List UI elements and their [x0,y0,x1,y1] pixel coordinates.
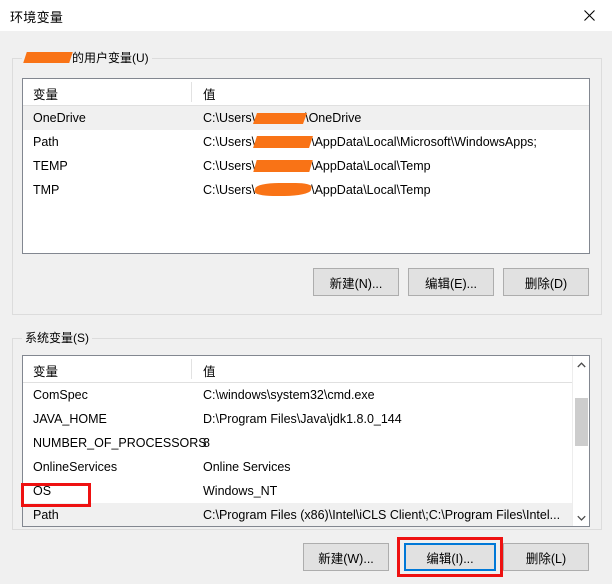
user-new-button[interactable]: 新建(N)... [313,268,399,296]
chevron-up-icon [577,360,586,370]
system-variables-group-label: 系统变量(S) [22,331,92,346]
user-row-value-prefix: C:\Users\ [203,111,256,125]
user-table-header: 变量 值 [23,79,589,106]
system-row-name: OS [33,484,52,498]
system-row-value: 8 [203,436,210,450]
user-table-header-value[interactable]: 值 [203,84,216,103]
user-row-value-prefix: C:\Users\ [203,183,256,197]
system-delete-button[interactable]: 删除(L) [503,543,589,571]
scroll-up-arrow-button[interactable] [573,356,589,373]
window-title: 环境变量 [10,10,64,25]
user-row-value-suffix: \OneDrive [305,111,362,125]
system-new-button[interactable]: 新建(W)... [303,543,389,571]
user-row-value: C:\Users\ \AppData\Local\Microsoft\Window… [203,130,537,154]
table-row[interactable]: JAVA_HOME D:\Program Files\Java\jdk1.8.0… [23,407,589,431]
system-path-row-name: Path [33,508,59,522]
system-variables-table[interactable]: 变量 值 ComSpec C:\windows\system32\cmd.exe… [22,355,590,527]
system-table-header-value[interactable]: 值 [203,361,216,380]
user-table-column-divider [191,82,192,102]
scrollbar-thumb[interactable] [575,398,588,446]
system-row-name: OnlineServices [33,460,118,474]
system-table-column-divider [191,359,192,379]
user-delete-button[interactable]: 删除(D) [503,268,589,296]
scroll-down-arrow-button[interactable] [573,509,589,526]
user-variables-table[interactable]: 变量 值 OneDrive C:\Users\ \OneDrive Path C:… [22,78,590,254]
user-row-name: Path [33,135,59,149]
system-row-value: D:\Program Files\Java\jdk1.8.0_144 [203,412,402,426]
user-row-value-prefix: C:\Users\ [203,135,256,149]
system-edit-button[interactable]: 编辑(I)... [404,543,496,571]
system-row-name: JAVA_HOME [33,412,107,426]
table-row[interactable]: OnlineServices Online Services [23,455,589,479]
user-variables-group-label: 的用户变量(U) [22,51,152,66]
user-row-name: OneDrive [33,111,86,125]
redaction-blob [253,113,308,124]
table-row[interactable]: TMP C:\Users\ \AppData\Local\Temp [23,178,589,202]
redacted-username-mark [23,52,73,63]
system-row-value: C:\windows\system32\cmd.exe [203,388,375,402]
user-row-value-prefix: C:\Users\ [203,159,256,173]
title-bar: 环境变量 [0,0,612,32]
system-table-header: 变量 值 [23,356,589,383]
system-row-value: Online Services [203,460,291,474]
chevron-down-icon [577,513,586,523]
table-row[interactable]: OS Windows_NT [23,479,589,503]
close-button[interactable] [566,0,612,30]
system-row-name: ComSpec [33,388,88,402]
table-row[interactable]: ComSpec C:\windows\system32\cmd.exe [23,383,589,407]
user-edit-button[interactable]: 编辑(E)... [408,268,494,296]
user-row-value-suffix: \AppData\Local\Temp [311,159,431,173]
user-table-header-variable[interactable]: 变量 [33,84,58,103]
table-row[interactable]: NUMBER_OF_PROCESSORS 8 [23,431,589,455]
user-variables-group-label-text: 的用户变量(U) [72,51,149,65]
system-table-header-variable[interactable]: 变量 [33,361,58,380]
user-row-name: TEMP [33,159,68,173]
user-row-name: TMP [33,183,60,197]
user-row-value: C:\Users\ \AppData\Local\Temp [203,178,431,202]
redaction-blob [253,136,314,148]
system-row-name: NUMBER_OF_PROCESSORS [33,436,207,450]
user-row-value-suffix: \AppData\Local\Temp [311,183,431,197]
user-row-value: C:\Users\ \AppData\Local\Temp [203,154,431,178]
table-row[interactable]: OneDrive C:\Users\ \OneDrive [23,106,589,130]
redaction-blob [253,183,313,196]
close-icon [583,9,595,21]
table-row[interactable]: TEMP C:\Users\ \AppData\Local\Temp [23,154,589,178]
table-row[interactable]: Path C:\Program Files (x86)\Intel\iCLS C… [23,503,589,526]
user-row-value-suffix: \AppData\Local\Microsoft\WindowsApps; [311,135,537,149]
table-row[interactable]: Path C:\Users\ \AppData\Local\Microsoft\W… [23,130,589,154]
system-path-row-value: C:\Program Files (x86)\Intel\iCLS Client… [203,508,561,522]
system-row-value: Windows_NT [203,484,278,498]
redaction-blob [253,160,313,172]
system-table-scrollbar[interactable] [572,356,589,526]
user-row-value: C:\Users\ \OneDrive [203,106,361,130]
